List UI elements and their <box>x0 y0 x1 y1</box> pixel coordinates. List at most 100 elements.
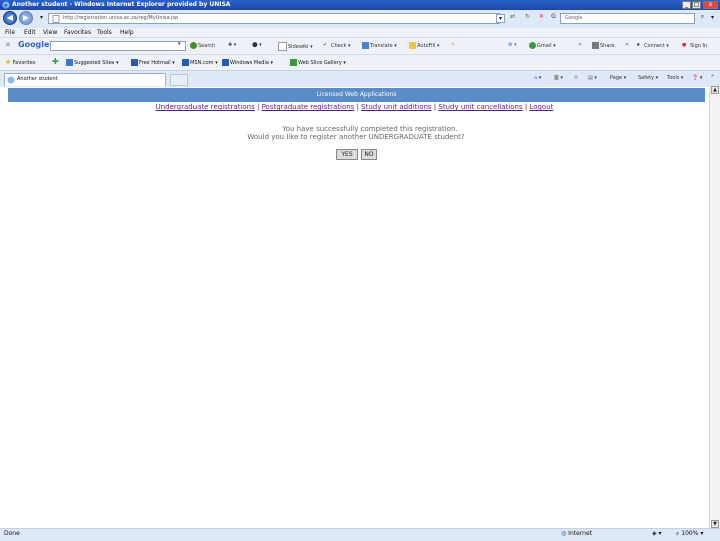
link-postgraduate-registrations[interactable]: Postgraduate registrations <box>262 103 355 111</box>
fav-msn[interactable]: MSN.com ▾ <box>182 59 218 66</box>
bookmark-icon: ★ <box>636 42 641 48</box>
google-search-input[interactable] <box>50 41 186 51</box>
refresh-icon[interactable]: ↻ <box>523 13 532 22</box>
toolbar-overflow-icon[interactable]: » <box>711 73 714 79</box>
autofill-button[interactable]: AutoFill ▾ <box>409 42 439 49</box>
yes-button[interactable]: YES <box>336 149 358 160</box>
svg-text:e: e <box>4 3 8 10</box>
address-dropdown[interactable]: ▾ <box>496 14 505 23</box>
share-button[interactable]: Share <box>592 42 614 49</box>
stop-icon[interactable]: ✕ <box>537 13 546 22</box>
success-message: You have successfully completed this reg… <box>282 125 458 133</box>
close-share-icon[interactable]: ✕ <box>625 42 629 48</box>
menu-help[interactable]: Help <box>120 29 134 36</box>
wrench-icon[interactable]: ⚙ ▾ <box>508 42 517 48</box>
protected-mode-button[interactable]: ◈ ▾ <box>652 530 662 537</box>
scroll-down-arrow-icon[interactable]: ▼ <box>711 520 719 528</box>
compatibility-view-icon[interactable]: ⇄ <box>508 13 517 22</box>
tab-row: Another student ⌂ ▾ ◙ ▾ ✉ ▤ ▾ Page ▾ Saf… <box>0 70 720 87</box>
search-provider-icon[interactable]: G <box>549 13 558 22</box>
google-logo: Google <box>18 40 50 49</box>
new-tab-button[interactable] <box>170 74 188 86</box>
register-another-prompt: Would you like to register another UNDER… <box>247 133 465 141</box>
pencil-icon[interactable]: ✎ <box>451 42 455 48</box>
star-icon: ★ <box>5 58 12 66</box>
vertical-scrollbar[interactable]: ▲ ▼ <box>709 86 720 530</box>
link-separator: | <box>524 103 528 111</box>
recent-pages-dropdown[interactable]: ▾ <box>37 14 46 23</box>
translate-button[interactable]: Translate ▾ <box>362 42 397 49</box>
status-bar: Done ◍ Internet ◈ ▾ ⌕ 100% ▾ <box>0 528 720 541</box>
tab-another-student[interactable]: Another student <box>4 73 166 86</box>
add-to-favorites-icon[interactable]: ✚ <box>52 57 59 66</box>
search-placeholder: Google <box>565 15 583 21</box>
close-gmail-icon[interactable]: ✕ <box>578 42 582 48</box>
menu-file[interactable]: File <box>5 29 15 36</box>
close-toolbar-icon[interactable]: ✕ <box>5 41 11 49</box>
menu-favorites[interactable]: Favorites <box>64 29 91 36</box>
share-icon <box>592 42 599 49</box>
search-field[interactable]: Google <box>560 13 695 24</box>
help-icon: ❓ <box>692 75 699 81</box>
sidewiki-button[interactable]: Sidewiki ▾ <box>278 42 313 51</box>
tab-page-icon <box>7 76 15 84</box>
search-magnifier-icon[interactable]: ⌕ <box>698 13 707 22</box>
autofill-icon <box>409 42 416 49</box>
home-button[interactable]: ⌂ ▾ <box>534 75 541 81</box>
forward-arrow-icon: ▶ <box>22 13 30 22</box>
close-window-button[interactable]: x <box>703 1 718 9</box>
shield-icon: ◈ <box>652 530 657 537</box>
check-button[interactable]: ✔ Check ▾ <box>323 42 351 49</box>
gmail-button[interactable]: Gmail ▾ <box>529 42 556 49</box>
favorites-bar: ★ Favorites ✚ Suggested Sites ▾ Free Hot… <box>0 54 720 71</box>
safety-menu[interactable]: Safety ▾ <box>638 75 658 81</box>
menu-tools[interactable]: Tools <box>97 29 112 36</box>
forward-button[interactable]: ▶ <box>19 11 33 25</box>
print-button[interactable]: ▤ ▾ <box>588 75 597 81</box>
minimize-button[interactable]: _ <box>682 1 691 9</box>
address-field[interactable]: http://registration.unisa.ac.za/reg/MyUn… <box>48 13 500 24</box>
internet-explorer-icon: e <box>2 1 10 9</box>
bookmark-button[interactable]: ★ Connect ▾ <box>636 42 669 49</box>
link-separator: | <box>256 103 260 111</box>
back-arrow-icon: ◀ <box>6 13 14 22</box>
page-icon <box>52 15 60 23</box>
zoom-icon: ⌕ <box>676 530 680 537</box>
link-study-unit-cancellations[interactable]: Study unit cancellations <box>438 103 522 111</box>
feeds-button[interactable]: ◙ ▾ <box>554 75 563 81</box>
back-button[interactable]: ◀ <box>3 11 17 25</box>
sidewiki-icon <box>278 42 287 51</box>
no-button[interactable]: NO <box>361 149 377 160</box>
google-search-button[interactable]: Search <box>190 42 215 49</box>
hotmail-icon <box>131 59 138 66</box>
globe-icon: ◍ <box>561 530 567 537</box>
tools-menu[interactable]: Tools ▾ <box>667 75 683 81</box>
search-icon <box>190 42 197 49</box>
toolbar-share-icon[interactable]: ⬤ ▾ <box>252 42 262 48</box>
fav-suggested-sites[interactable]: Suggested Sites ▾ <box>66 59 119 66</box>
favorites-button[interactable]: ★ Favorites <box>5 58 35 66</box>
toolbar-plus-icon[interactable]: ✚ ▾ <box>228 42 236 48</box>
link-logout[interactable]: Logout <box>529 103 553 111</box>
menu-edit[interactable]: Edit <box>24 29 36 36</box>
home-icon: ⌂ <box>534 75 538 81</box>
menu-view[interactable]: View <box>43 29 57 36</box>
help-button[interactable]: ❓ ▾ <box>692 75 702 81</box>
google-search-dropdown[interactable]: ▾ <box>178 41 181 47</box>
page-menu[interactable]: Page ▾ <box>610 75 626 81</box>
link-study-unit-additions[interactable]: Study unit additions <box>361 103 431 111</box>
scroll-up-arrow-icon[interactable]: ▲ <box>711 86 719 94</box>
link-undergraduate-registrations[interactable]: Undergraduate registrations <box>156 103 255 111</box>
sign-in-button[interactable]: ● Sign In <box>682 42 707 49</box>
search-options-dropdown[interactable]: ▾ <box>708 14 717 23</box>
mail-icon: ✉ <box>574 75 579 81</box>
fav-windows-media[interactable]: Windows Media ▾ <box>222 59 273 66</box>
address-url: http://registration.unisa.ac.za/reg/MyUn… <box>63 15 179 21</box>
maximize-button[interactable]: □ <box>692 1 701 9</box>
nav-links: Undergraduate registrations | Postgradua… <box>0 103 709 111</box>
internet-zone: ◍ Internet <box>561 530 592 537</box>
fav-web-slice-gallery[interactable]: Web Slice Gallery ▾ <box>290 59 346 66</box>
fav-free-hotmail[interactable]: Free Hotmail ▾ <box>131 59 175 66</box>
zoom-level[interactable]: ⌕ 100% ▾ <box>676 530 703 538</box>
read-mail-button[interactable]: ✉ <box>574 75 578 81</box>
